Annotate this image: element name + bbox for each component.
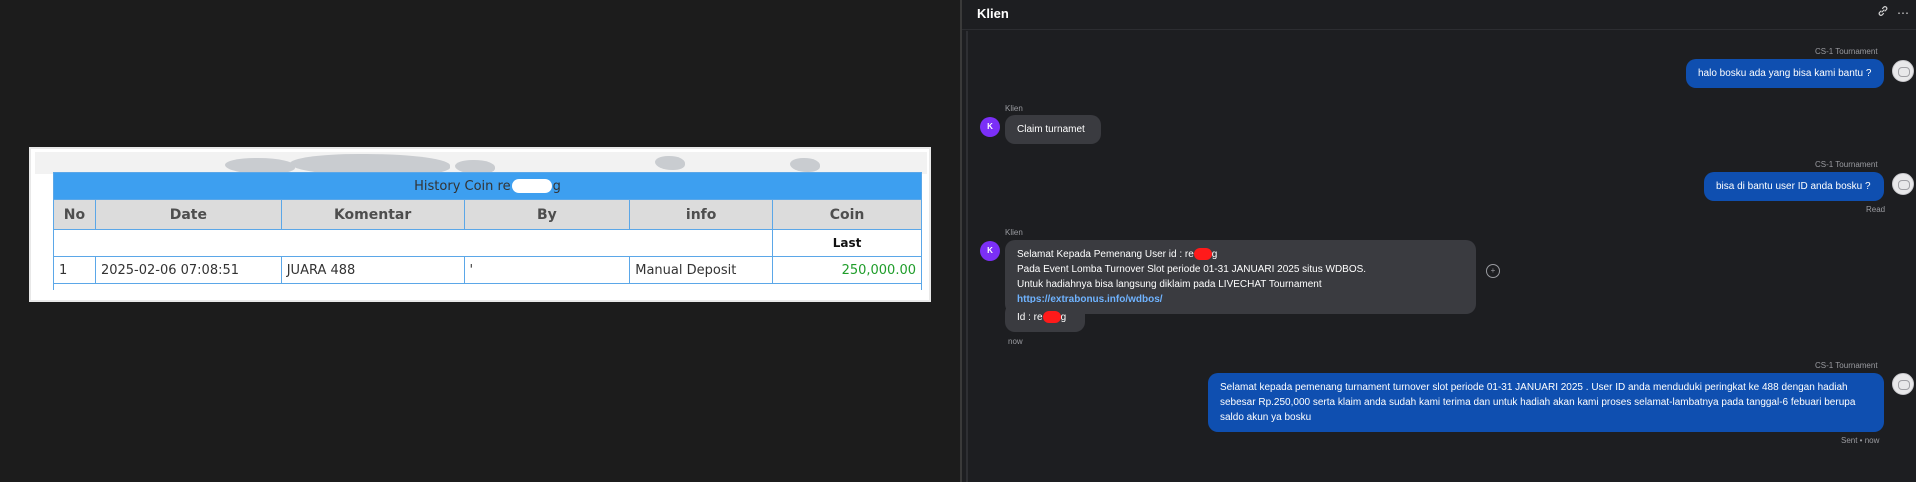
- cell-no: 1: [53, 256, 96, 284]
- last-label: Last: [772, 229, 922, 257]
- sender-label: CS-1 Tournament: [1815, 361, 1878, 370]
- col-header-no[interactable]: No: [53, 199, 96, 230]
- cell-coin: 250,000.00: [772, 256, 922, 284]
- chat-header: Klien ⋯: [962, 0, 1916, 30]
- link-icon[interactable]: [1874, 4, 1892, 22]
- more-icon[interactable]: ⋯: [1894, 4, 1912, 22]
- col-header-info[interactable]: info: [629, 199, 774, 230]
- avatar: K: [980, 241, 1000, 261]
- message-line: Pada Event Lomba Turnover Slot periode 0…: [1017, 264, 1367, 275]
- history-screenshot-pane: History Coin re g No Date Komentar By inf…: [0, 0, 960, 482]
- col-header-komentar[interactable]: Komentar: [280, 199, 465, 230]
- read-status: Read: [1866, 205, 1886, 214]
- cell-komentar: JUARA 488: [280, 256, 465, 284]
- agent-avatar: [1892, 373, 1914, 395]
- agent-avatar: [1892, 60, 1914, 82]
- world-map-banner: [35, 152, 927, 174]
- last-row: Last: [52, 229, 922, 257]
- sender-label: CS-1 Tournament: [1815, 47, 1878, 56]
- message-time: now: [1008, 337, 1023, 346]
- incoming-message[interactable]: Id : re g: [1005, 303, 1085, 332]
- chat-title: Klien: [977, 6, 1009, 21]
- sender-label: Klien: [1005, 228, 1023, 237]
- sender-label: Klien: [1005, 104, 1023, 113]
- history-coin-table: History Coin re g No Date Komentar By inf…: [52, 172, 922, 290]
- redaction-mark: [511, 179, 552, 193]
- col-header-coin[interactable]: Coin: [772, 199, 922, 230]
- sender-label: CS-1 Tournament: [1815, 160, 1878, 169]
- table-row: 1 2025-02-06 07:08:51 JUARA 488 ' Manual…: [53, 256, 922, 284]
- message-line: Untuk hadiahnya bisa langsung diklaim pa…: [1017, 279, 1322, 305]
- outgoing-message[interactable]: bisa di bantu user ID anda bosku ?: [1704, 172, 1884, 201]
- chat-pane: Klien ⋯ CS-1 Tournament halo bosku ada y…: [962, 0, 1916, 482]
- redaction-mark: [1193, 248, 1212, 261]
- sent-status: Sent • now: [1841, 436, 1880, 445]
- cell-date: 2025-02-06 07:08:51: [94, 256, 282, 284]
- history-table-title: History Coin re g: [53, 172, 922, 200]
- avatar: K: [980, 117, 1000, 137]
- message-line: Selamat Kepada Pemenang User id : re g: [1017, 248, 1218, 261]
- col-header-by[interactable]: By: [463, 199, 631, 230]
- col-header-date[interactable]: Date: [94, 199, 282, 230]
- react-icon[interactable]: +: [1486, 264, 1500, 278]
- chat-messages: CS-1 Tournament halo bosku ada yang bisa…: [966, 31, 1916, 482]
- redaction-mark: [1042, 311, 1061, 324]
- cell-by: ': [463, 256, 631, 284]
- cell-info: Manual Deposit: [629, 256, 774, 284]
- incoming-message[interactable]: Claim turnamet: [1005, 115, 1101, 144]
- outgoing-message[interactable]: halo bosku ada yang bisa kami bantu ?: [1686, 59, 1884, 88]
- agent-avatar: [1892, 173, 1914, 195]
- history-coin-card: History Coin re g No Date Komentar By inf…: [29, 147, 931, 302]
- outgoing-message[interactable]: Selamat kepada pemenang turnament turnov…: [1208, 373, 1884, 432]
